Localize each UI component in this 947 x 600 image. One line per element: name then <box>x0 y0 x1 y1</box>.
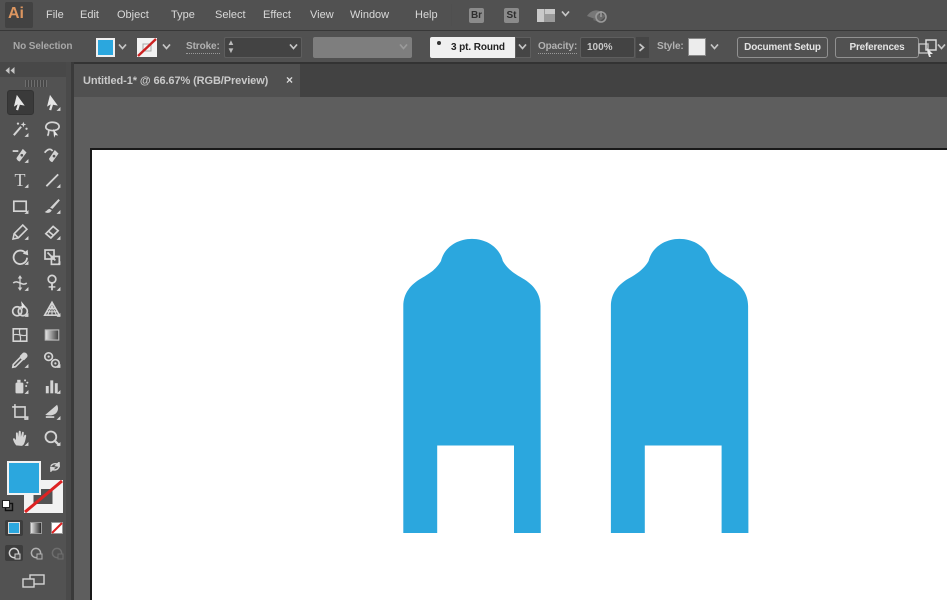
svg-text:T: T <box>15 171 26 189</box>
